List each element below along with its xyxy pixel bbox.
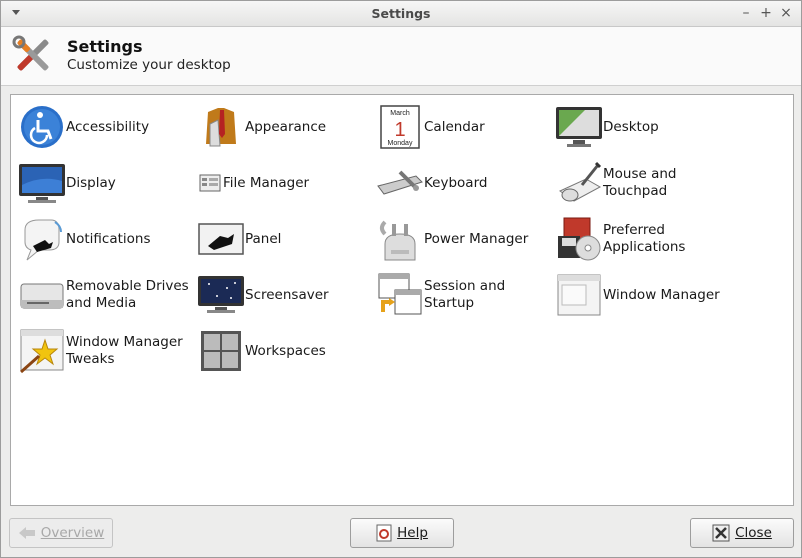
close-button[interactable]: Close: [690, 518, 794, 548]
settings-item-calendar[interactable]: March 1 Monday Calendar: [376, 102, 554, 152]
window-manager-icon: [555, 271, 603, 319]
notifications-icon: [18, 215, 66, 263]
settings-item-mouse-touchpad[interactable]: Mouse and Touchpad: [555, 158, 733, 208]
header: Settings Customize your desktop: [1, 27, 801, 86]
window-manager-tweaks-icon: [18, 327, 66, 375]
header-title: Settings: [67, 37, 143, 56]
settings-item-preferred-applications[interactable]: Preferred Applications: [555, 214, 733, 264]
settings-item-display[interactable]: Display: [18, 158, 196, 208]
help-icon: [376, 524, 392, 542]
item-label: Session and Startup: [424, 278, 506, 311]
item-label: Window Manager: [603, 286, 720, 303]
item-label: Calendar: [424, 118, 485, 135]
minimize-button[interactable]: –: [737, 4, 755, 22]
preferred-applications-icon: [555, 215, 603, 263]
appearance-icon: [197, 103, 245, 151]
settings-item-screensaver[interactable]: Screensaver: [197, 270, 375, 320]
settings-item-removable-drives[interactable]: Removable Drives and Media: [18, 270, 196, 320]
removable-drives-icon: [18, 271, 66, 319]
settings-item-window-manager-tweaks[interactable]: Window Manager Tweaks: [18, 326, 196, 376]
item-label: Workspaces: [245, 342, 326, 359]
accessibility-icon: [18, 103, 66, 151]
settings-item-panel[interactable]: Panel: [197, 214, 375, 264]
settings-item-desktop[interactable]: Desktop: [555, 102, 733, 152]
header-subtitle: Customize your desktop: [67, 57, 231, 73]
mouse-touchpad-icon: [555, 159, 603, 207]
item-label: Display: [66, 174, 116, 191]
svg-text:1: 1: [394, 119, 405, 141]
item-label: Notifications: [66, 230, 151, 247]
settings-item-file-manager[interactable]: File Manager: [197, 158, 375, 208]
settings-window: Settings – + × Settings Customize your d…: [0, 0, 802, 558]
panel-icon: [197, 215, 245, 263]
item-label: Appearance: [245, 118, 327, 135]
settings-item-power-manager[interactable]: Power Manager: [376, 214, 554, 264]
help-label: Help: [397, 525, 428, 541]
item-label: File Manager: [223, 174, 310, 191]
close-icon: [712, 524, 730, 542]
calendar-icon: March 1 Monday: [376, 103, 424, 151]
settings-item-keyboard[interactable]: Keyboard: [376, 158, 554, 208]
settings-item-session-startup[interactable]: Session and Startup: [376, 270, 554, 320]
screensaver-icon: [197, 271, 245, 319]
display-icon: [18, 159, 66, 207]
file-manager-icon: [197, 159, 223, 207]
title-bar[interactable]: Settings – + ×: [1, 1, 801, 27]
item-label: Power Manager: [424, 230, 529, 247]
svg-text:Monday: Monday: [388, 140, 413, 147]
overview-button[interactable]: Overview: [9, 518, 113, 548]
maximize-button[interactable]: +: [757, 4, 775, 22]
window-title: Settings: [371, 6, 431, 21]
item-label: Preferred Applications: [603, 222, 686, 255]
svg-text:March: March: [390, 110, 410, 117]
settings-item-window-manager[interactable]: Window Manager: [555, 270, 733, 320]
help-button[interactable]: Help: [350, 518, 454, 548]
session-startup-icon: [376, 271, 424, 319]
item-label: Screensaver: [245, 286, 329, 303]
settings-item-workspaces[interactable]: Workspaces: [197, 326, 375, 376]
item-label: Removable Drives and Media: [66, 278, 189, 311]
settings-panel: Accessibility Appearance March 1 Monday …: [10, 94, 794, 506]
back-arrow-icon: [18, 526, 36, 540]
item-label: Panel: [245, 230, 282, 247]
close-window-button[interactable]: ×: [777, 4, 795, 22]
settings-item-accessibility[interactable]: Accessibility: [18, 102, 196, 152]
item-label: Desktop: [603, 118, 659, 135]
settings-item-appearance[interactable]: Appearance: [197, 102, 375, 152]
keyboard-icon: [376, 159, 424, 207]
power-manager-icon: [376, 215, 424, 263]
workspaces-icon: [197, 327, 245, 375]
item-label: Window Manager Tweaks: [66, 334, 183, 367]
item-label: Mouse and Touchpad: [603, 166, 677, 199]
item-label: Keyboard: [424, 174, 488, 191]
settings-tools-icon: [11, 33, 55, 77]
close-label: Close: [735, 525, 772, 541]
item-label: Accessibility: [66, 118, 150, 135]
overview-label: Overview: [40, 525, 105, 541]
settings-item-notifications[interactable]: Notifications: [18, 214, 196, 264]
desktop-icon: [555, 103, 603, 151]
